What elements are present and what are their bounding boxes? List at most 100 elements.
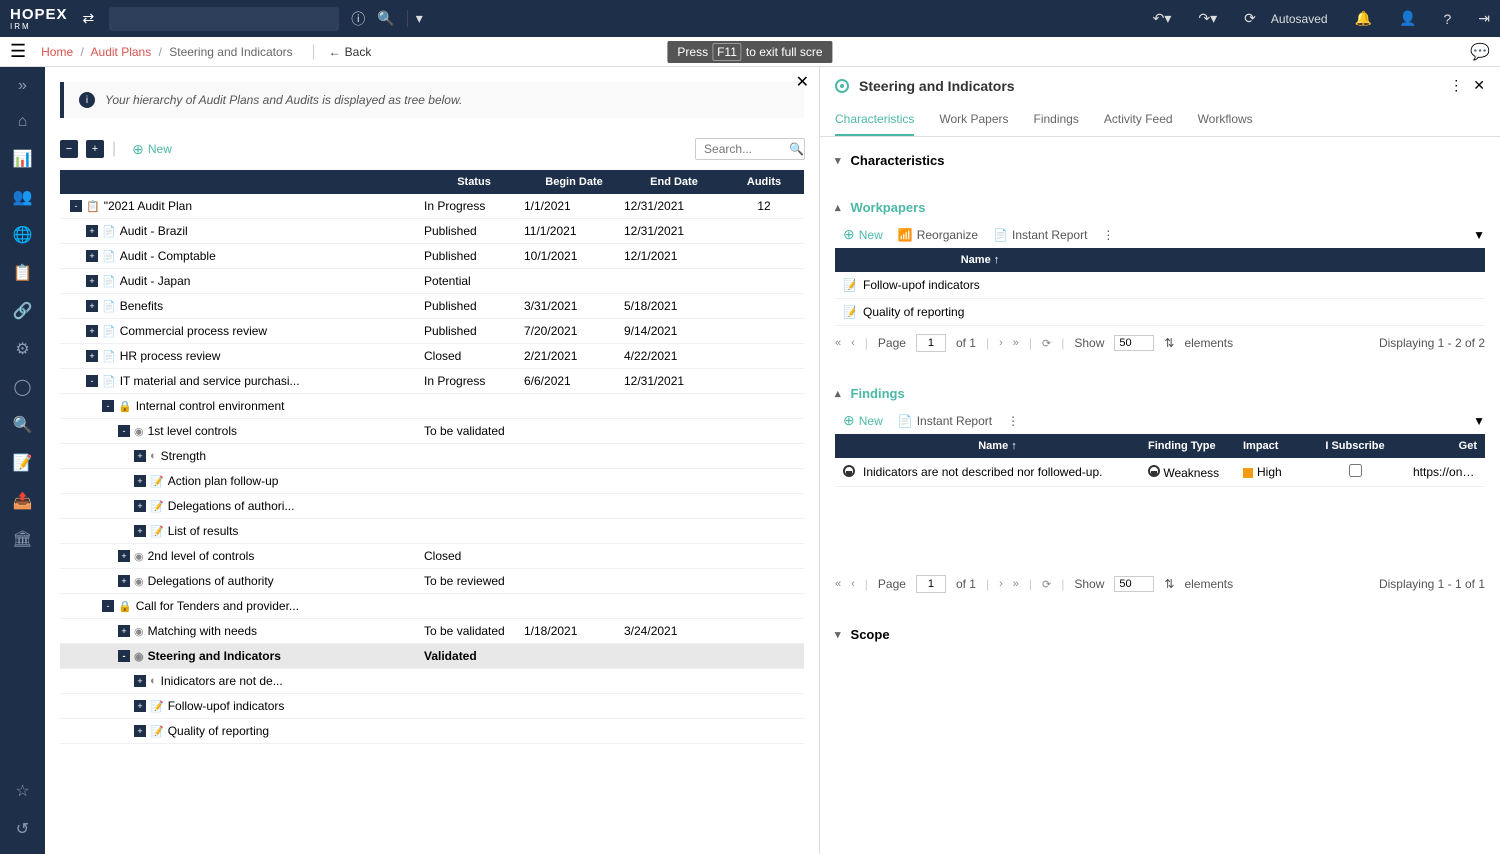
export-icon[interactable]: 📤 <box>13 491 33 511</box>
tree-row[interactable]: + 📝 Follow-upof indicators <box>60 694 804 719</box>
find-col-impact[interactable]: Impact <box>1235 440 1305 452</box>
tree-row[interactable]: - 🔒 Call for Tenders and provider... <box>60 594 804 619</box>
find-col-subscribe[interactable]: I Subscribe <box>1305 440 1405 452</box>
star-icon[interactable]: ☆ <box>15 781 29 801</box>
tree-row[interactable]: + 📄 Audit - Japan Potential <box>60 269 804 294</box>
collapse-all-button[interactable]: − <box>60 140 78 158</box>
find-col-name[interactable]: Name <box>855 440 1140 452</box>
tree-search-icon[interactable]: 🔍 <box>789 142 804 156</box>
expand-icon[interactable]: + <box>118 550 130 562</box>
tree-row[interactable]: + 📝 Quality of reporting <box>60 719 804 744</box>
building-icon[interactable]: 🏛 <box>12 529 32 549</box>
section-workpapers[interactable]: Workpapers <box>835 194 1485 221</box>
wp-page-input[interactable] <box>916 334 946 352</box>
wp-more-icon[interactable]: ⋮ <box>1102 228 1114 242</box>
expand-icon[interactable]: + <box>118 575 130 587</box>
swap-icon[interactable]: ⇄ <box>83 10 95 27</box>
tree-row[interactable]: - ◉ Steering and Indicators Validated <box>60 644 804 669</box>
find-new-button[interactable]: New <box>843 412 883 429</box>
workpaper-row[interactable]: 📝 Follow-upof indicators <box>835 272 1485 299</box>
breadcrumb-home[interactable]: Home <box>41 45 73 59</box>
tree-row[interactable]: + 📝 List of results <box>60 519 804 544</box>
undo-icon[interactable]: ↶▾ <box>1153 10 1172 27</box>
dropdown-icon[interactable]: ▾ <box>407 10 423 27</box>
expand-icon[interactable]: - <box>102 400 114 412</box>
dashboard-icon[interactable]: 📊 <box>13 149 33 169</box>
expand-icon[interactable]: + <box>134 475 146 487</box>
tab-characteristics[interactable]: Characteristics <box>835 104 914 136</box>
f-page-input[interactable] <box>916 575 946 593</box>
tree-row[interactable]: - ◉ 1st level controls To be validated <box>60 419 804 444</box>
f-next-page[interactable]: › <box>999 578 1003 590</box>
expand-icon[interactable]: - <box>86 375 98 387</box>
user-icon[interactable]: 👤 <box>1399 10 1416 27</box>
tree-row[interactable]: - 📋 "2021 Audit Plan In Progress 1/1/202… <box>60 194 804 219</box>
expand-icon[interactable]: + <box>134 450 146 462</box>
tree-row[interactable]: + ◉ Matching with needs To be validated … <box>60 619 804 644</box>
people-icon[interactable]: 👥 <box>13 187 33 207</box>
find-col-get[interactable]: Get <box>1405 440 1485 452</box>
expand-icon[interactable]: + <box>134 700 146 712</box>
expand-icon[interactable]: + <box>134 675 146 687</box>
tree-row[interactable]: + ◉ 2nd level of controls Closed <box>60 544 804 569</box>
cycle-icon[interactable]: ◯ <box>14 377 32 397</box>
chat-icon[interactable]: 💬 <box>1470 42 1490 62</box>
section-findings[interactable]: Findings <box>835 380 1485 407</box>
expand-icon[interactable]: + <box>134 500 146 512</box>
expand-icon[interactable]: + <box>134 725 146 737</box>
find-instant-report-button[interactable]: 📄 Instant Report <box>898 414 992 428</box>
f-page-size[interactable] <box>1114 576 1154 592</box>
subscribe-checkbox[interactable] <box>1349 464 1362 477</box>
section-scope[interactable]: Scope <box>835 621 1485 648</box>
redo-icon[interactable]: ↷▾ <box>1198 10 1217 27</box>
tree-row[interactable]: + 📄 HR process review Closed 2/21/2021 4… <box>60 344 804 369</box>
global-search-input[interactable] <box>109 7 339 31</box>
wp-next-page[interactable]: › <box>999 337 1003 349</box>
wp-page-size-stepper[interactable]: ⇅ <box>1164 336 1174 350</box>
refresh-icon[interactable]: ⟳ <box>1244 10 1256 27</box>
tab-findings[interactable]: Findings <box>1034 104 1079 136</box>
tree-row[interactable]: + 📝 Action plan follow-up <box>60 469 804 494</box>
expand-icon[interactable]: + <box>86 300 98 312</box>
wp-refresh[interactable]: ⟳ <box>1042 337 1051 350</box>
expand-icon[interactable]: - <box>118 425 130 437</box>
wp-reorganize-button[interactable]: 📶 Reorganize <box>898 228 978 242</box>
finding-row[interactable]: Inidicators are not described nor follow… <box>835 458 1485 487</box>
f-last-page[interactable]: » <box>1013 578 1019 590</box>
expand-icon[interactable]: - <box>102 600 114 612</box>
help-icon[interactable]: ? <box>1443 11 1451 27</box>
workpaper-row[interactable]: 📝 Quality of reporting <box>835 299 1485 326</box>
expand-icon[interactable]: + <box>86 325 98 337</box>
history-icon[interactable]: ↺ <box>16 819 29 839</box>
find-more-icon[interactable]: ⋮ <box>1007 414 1019 428</box>
search-icon[interactable]: 🔍 <box>377 10 394 27</box>
tree-row[interactable]: + 📄 Benefits Published 3/31/2021 5/18/20… <box>60 294 804 319</box>
tab-activity-feed[interactable]: Activity Feed <box>1104 104 1173 136</box>
expand-icon[interactable]: » <box>18 77 27 95</box>
more-icon[interactable]: ⋮ <box>1449 77 1463 94</box>
wp-instant-report-button[interactable]: 📄 Instant Report <box>993 228 1087 242</box>
wp-last-page[interactable]: » <box>1013 337 1019 349</box>
expand-icon[interactable]: + <box>134 525 146 537</box>
breadcrumb-audit-plans[interactable]: Audit Plans <box>91 45 152 59</box>
wp-first-page[interactable]: « <box>835 337 841 349</box>
expand-icon[interactable]: + <box>118 625 130 637</box>
f-prev-page[interactable]: ‹ <box>851 578 855 590</box>
tree-row[interactable]: + ◉ Delegations of authority To be revie… <box>60 569 804 594</box>
find-col-type[interactable]: Finding Type <box>1140 440 1235 452</box>
expand-icon[interactable]: - <box>70 200 82 212</box>
expand-icon[interactable]: + <box>86 225 98 237</box>
tree-row[interactable]: - 📄 IT material and service purchasi... … <box>60 369 804 394</box>
list-icon[interactable]: 📝 <box>13 453 33 473</box>
wp-col-name[interactable]: Name <box>855 254 1105 266</box>
tab-workflows[interactable]: Workflows <box>1198 104 1253 136</box>
tree-row[interactable]: - 🔒 Internal control environment <box>60 394 804 419</box>
tree-row[interactable]: + 📄 Commercial process review Published … <box>60 319 804 344</box>
wp-page-size[interactable] <box>1114 335 1154 351</box>
tree-row[interactable]: + 📝 Delegations of authori... <box>60 494 804 519</box>
wp-prev-page[interactable]: ‹ <box>851 337 855 349</box>
org-icon[interactable]: 🔗 <box>13 301 33 321</box>
close-detail-icon[interactable]: ✕ <box>1473 77 1485 94</box>
f-first-page[interactable]: « <box>835 578 841 590</box>
close-panel-icon[interactable]: ✕ <box>796 72 809 92</box>
